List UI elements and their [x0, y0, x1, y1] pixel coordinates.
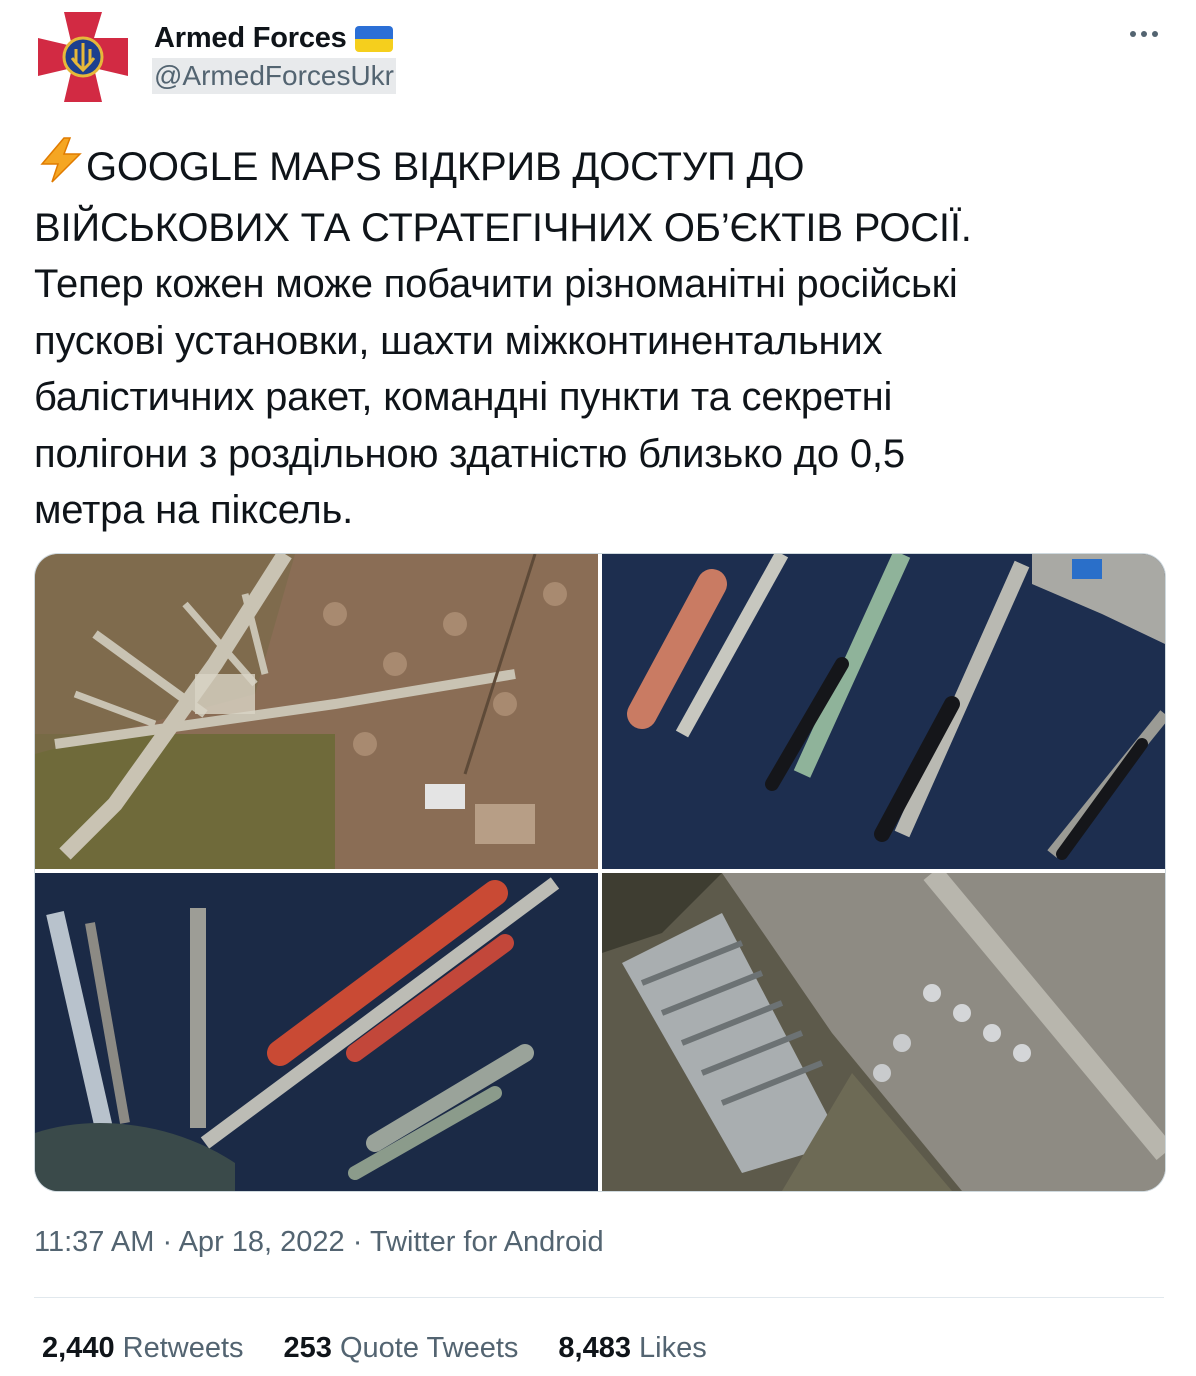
ukraine-flag-icon [354, 25, 393, 52]
avatar[interactable] [34, 8, 132, 106]
likes-count: 8,483 [558, 1332, 631, 1364]
likes-stat[interactable]: 8,483 Likes [558, 1332, 706, 1365]
tweet-time[interactable]: 11:37 AM [34, 1226, 154, 1258]
tweet-text: GOOGLE MAPS ВІДКРИВ ДОСТУП ДО ВІЙСЬКОВИХ… [34, 136, 1134, 539]
quote-tweets-stat[interactable]: 253 Quote Tweets [284, 1332, 519, 1365]
retweets-count: 2,440 [42, 1332, 115, 1364]
tweet-date[interactable]: Apr 18, 2022 [179, 1226, 345, 1258]
retweets-stat[interactable]: 2,440 Retweets [42, 1332, 244, 1365]
tweet-body: GOOGLE MAPS ВІДКРИВ ДОСТУП ДО ВІЙСЬКОВИХ… [34, 145, 972, 532]
tweet-stats: 2,440 Retweets 253 Quote Tweets 8,483 Li… [42, 1332, 707, 1365]
meta-separator: · [162, 1226, 173, 1258]
more-horizontal-icon[interactable] [1124, 22, 1164, 46]
tweet-header: Armed Forces @ArmedForcesUkr [34, 8, 1164, 108]
media-image-hangars-aircraft[interactable] [602, 873, 1165, 1191]
high-voltage-icon [34, 136, 90, 200]
media-image-airfield[interactable] [35, 554, 598, 869]
tweet-meta: 11:37 AM · Apr 18, 2022 · Twitter for An… [34, 1226, 604, 1259]
tweet-source[interactable]: Twitter for Android [370, 1226, 604, 1258]
media-grid [34, 553, 1166, 1192]
armed-forces-emblem-icon [38, 12, 128, 102]
likes-label: Likes [639, 1332, 707, 1364]
user-handle[interactable]: @ArmedForcesUkr [152, 58, 397, 94]
meta-separator: · [352, 1226, 363, 1258]
media-image-warships-harbor[interactable] [35, 873, 598, 1191]
quote-tweets-count: 253 [283, 1332, 332, 1364]
display-name[interactable]: Armed Forces [154, 22, 347, 55]
quote-tweets-label: Quote Tweets [339, 1332, 519, 1364]
media-image-submarine-piers[interactable] [602, 554, 1165, 869]
divider [34, 1297, 1164, 1298]
retweets-label: Retweets [122, 1332, 244, 1364]
